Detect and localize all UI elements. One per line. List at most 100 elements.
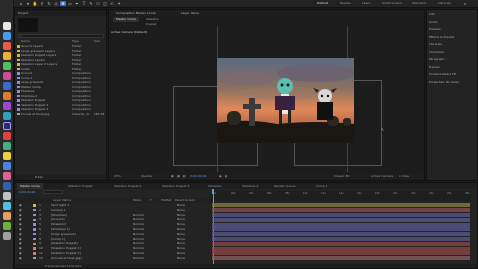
app-icon[interactable]: [3, 72, 11, 80]
app-icon[interactable]: [3, 222, 11, 230]
label-color-swatch[interactable]: [33, 213, 36, 217]
eraser-tool-icon[interactable]: ◫: [102, 1, 108, 6]
camera-tool-icon[interactable]: ◎: [53, 1, 59, 6]
roto-brush-icon[interactable]: ✍: [109, 1, 115, 6]
app-icon[interactable]: [3, 212, 11, 220]
layer-name-header[interactable]: Layer Name: [53, 198, 71, 203]
label-color-swatch[interactable]: [33, 242, 36, 246]
timeline-tab-skeleton-puppet-3[interactable]: Skeleton Puppet 3: [159, 183, 192, 189]
tab-skeleton-puppet[interactable]: Skeleton Puppet: [143, 17, 173, 26]
right-panel-character[interactable]: Character: [429, 50, 444, 54]
type-column-header[interactable]: Type: [72, 39, 79, 44]
right-panel-effects-presets[interactable]: Effects & Presets: [429, 35, 454, 39]
app-icon[interactable]: [3, 152, 11, 160]
app-icon[interactable]: [3, 42, 11, 50]
grid-icon[interactable]: ▦: [177, 174, 180, 179]
composition-panel-title[interactable]: Composition Master Comp: [112, 11, 156, 15]
viewer-timecode[interactable]: 0;00;00;00: [190, 174, 206, 179]
layer-duration-bar[interactable]: [212, 246, 470, 251]
timeline-tab-shadows-2[interactable]: Shadows 2: [239, 183, 261, 189]
right-panel-paragraph[interactable]: Paragraph: [429, 57, 444, 61]
timeline-tab-shadows[interactable]: Shadows: [205, 183, 224, 189]
app-icon[interactable]: [3, 82, 11, 90]
zoom-tool-icon[interactable]: ⚲: [39, 1, 45, 6]
trash-icon[interactable]: [3, 232, 11, 240]
layer-duration-bar[interactable]: [212, 208, 470, 213]
label-color-swatch[interactable]: [33, 232, 36, 236]
layer-duration-bar[interactable]: [212, 212, 470, 217]
puppet-tool-icon[interactable]: ✶: [116, 1, 122, 6]
app-icon[interactable]: [3, 182, 11, 190]
timeline-search-input[interactable]: [43, 189, 63, 194]
name-column-header[interactable]: Name: [21, 39, 30, 44]
timeline-tab-skeleton-puppet[interactable]: Skeleton Puppet: [65, 183, 95, 189]
timeline-tab-comp-1[interactable]: Comp 1: [313, 183, 331, 189]
zoom-level-select[interactable]: 25%: [114, 174, 121, 179]
app-icon[interactable]: [3, 112, 11, 120]
timeline-timecode[interactable]: 0;00;00;00: [19, 190, 35, 194]
layer-duration-bar[interactable]: [212, 222, 470, 227]
workspace-standard[interactable]: Standard: [412, 1, 426, 6]
label-color-swatch[interactable]: [33, 223, 36, 226]
type-tool-icon[interactable]: T: [81, 1, 87, 6]
workspace-small-screen[interactable]: Small Screen: [382, 1, 402, 6]
mask-icon[interactable]: ◧: [183, 174, 186, 179]
parent-header[interactable]: Parent & Link: [175, 198, 195, 203]
right-panel-audio[interactable]: Audio: [429, 20, 438, 24]
layer-duration-bar[interactable]: [212, 251, 470, 256]
right-panel-info[interactable]: Info: [429, 12, 435, 16]
right-panel-preview[interactable]: Preview: [429, 27, 441, 31]
right-panel-content-aware-fill[interactable]: Content-Aware Fill: [429, 72, 456, 76]
layer-tab[interactable]: Layer: None: [181, 10, 199, 16]
label-color-swatch[interactable]: [33, 237, 36, 241]
pen-tool-icon[interactable]: ✒: [74, 1, 80, 6]
layer-duration-bar[interactable]: [212, 241, 470, 246]
tab-master-comp[interactable]: Master Comp: [113, 17, 139, 22]
right-panel-properties-no-selec[interactable]: Properties: No Selec: [429, 80, 459, 84]
label-color-swatch[interactable]: [33, 218, 36, 222]
t-header[interactable]: T: [150, 198, 152, 203]
rotate-tool-icon[interactable]: ↻: [46, 1, 52, 6]
app-icon[interactable]: [3, 52, 11, 60]
layer-duration-bar[interactable]: [212, 217, 470, 222]
right-panel-tracker[interactable]: Tracker: [429, 65, 440, 69]
app-icon[interactable]: [3, 162, 11, 170]
clone-stamp-icon[interactable]: ⎔: [95, 1, 101, 6]
safari-icon[interactable]: [3, 32, 11, 40]
selection-tool-icon[interactable]: ➤: [25, 1, 31, 6]
project-footer-bpc[interactable]: 8 bpc: [15, 175, 106, 180]
timeline-tab-render-queue[interactable]: Render Queue: [271, 183, 299, 189]
label-color-swatch[interactable]: [33, 204, 36, 207]
hand-tool-icon[interactable]: ✋: [32, 1, 38, 6]
project-search-input[interactable]: ⌕: [18, 34, 104, 38]
active-camera-select[interactable]: Active Camera: [371, 174, 393, 179]
layer-duration-bar[interactable]: [212, 236, 470, 241]
project-item[interactable]: Clouds at Dusk.jpg Importe...G 182 KB: [17, 112, 104, 117]
trkmat-header[interactable]: TrkMat: [161, 198, 171, 203]
workspace-libraries[interactable]: Libraries: [438, 1, 451, 6]
visibility-eye-icon[interactable]: ◉: [19, 256, 22, 261]
workspace-review[interactable]: Review: [340, 1, 351, 6]
app-icon[interactable]: [3, 172, 11, 180]
layer-name[interactable]: [Clouds at Dusk.jpg]: [51, 256, 82, 261]
workspace-learn[interactable]: Learn: [362, 1, 370, 6]
resolution-select[interactable]: Quarter: [141, 174, 153, 179]
after-effects-icon[interactable]: [3, 122, 11, 130]
layer-duration-bar[interactable]: [212, 203, 470, 208]
label-color-swatch[interactable]: [33, 252, 36, 255]
brush-tool-icon[interactable]: ✎: [88, 1, 94, 6]
layer-mode[interactable]: Normal: [133, 256, 144, 261]
views-select[interactable]: 1 View: [399, 174, 409, 179]
layer-parent[interactable]: None: [177, 256, 185, 261]
app-icon[interactable]: [3, 92, 11, 100]
rectangle-tool-icon[interactable]: ▭: [67, 1, 73, 6]
label-color-swatch[interactable]: [33, 256, 36, 260]
scene-canvas[interactable]: [217, 58, 354, 143]
app-icon[interactable]: [3, 102, 11, 110]
layer-duration-bar[interactable]: [212, 256, 470, 261]
color-channel-icon[interactable]: ◐: [225, 174, 228, 179]
right-panel-libraries[interactable]: Libraries: [429, 42, 442, 46]
size-column-header[interactable]: Size: [94, 39, 100, 44]
app-icon[interactable]: [3, 142, 11, 150]
camera-icon[interactable]: ◉: [219, 174, 222, 179]
